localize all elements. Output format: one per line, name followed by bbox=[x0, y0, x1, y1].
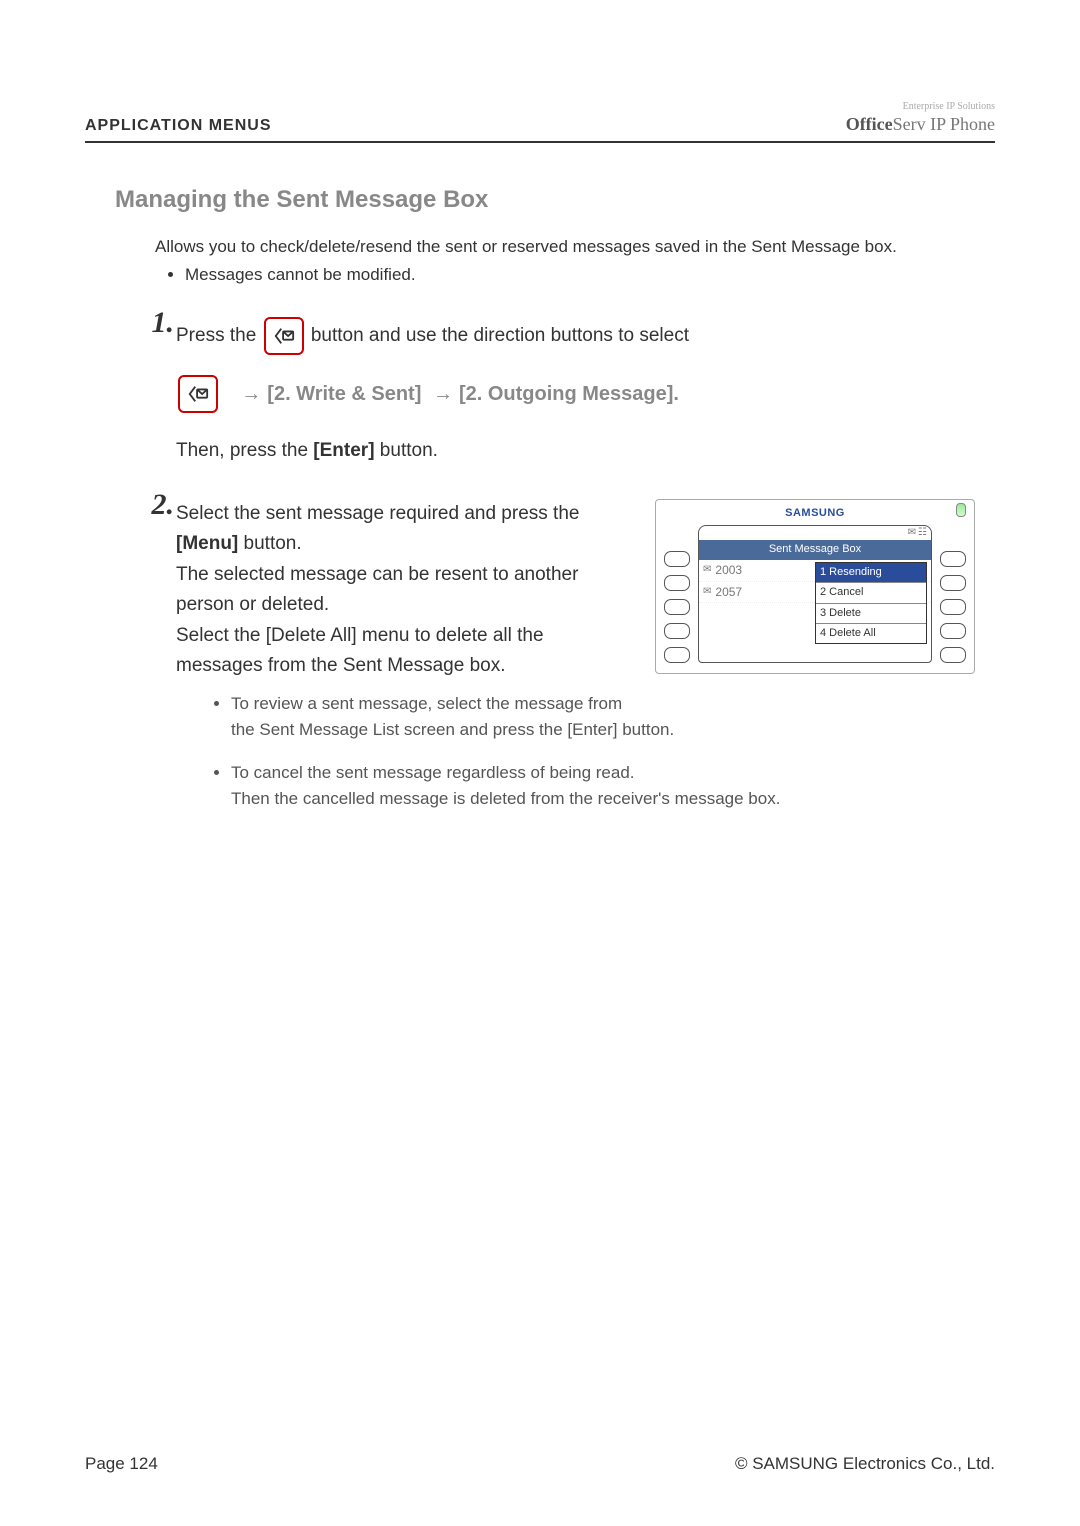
menu-item-delete-all[interactable]: 4 Delete All bbox=[816, 624, 926, 643]
sub-bullet: To review a sent message, select the mes… bbox=[231, 691, 975, 742]
message-button-icon bbox=[178, 375, 218, 413]
intro-text: Allows you to check/delete/resend the se… bbox=[155, 235, 975, 259]
softkey[interactable] bbox=[940, 599, 966, 615]
step1-then: Then, press the [Enter] button. bbox=[176, 438, 975, 465]
step-1: 1. Press the button and use the directio… bbox=[140, 308, 975, 490]
brand-bold: Office bbox=[846, 114, 893, 134]
softkey[interactable] bbox=[664, 551, 690, 567]
footer: Page 124 © SAMSUNG Electronics Co., Ltd. bbox=[85, 1452, 995, 1476]
intro-bullet: Messages cannot be modified. bbox=[185, 263, 975, 287]
s2-l1a: Select the sent message required and pre… bbox=[176, 503, 579, 524]
sub1b: the Sent Message List screen and press t… bbox=[231, 717, 975, 743]
step-body: Select the sent message required and pre… bbox=[176, 490, 975, 829]
nav-path-row: →[2. Write & Sent] →[2. Outgoing Message… bbox=[176, 375, 975, 413]
step-number: 1. bbox=[140, 308, 176, 338]
softkey-col-right bbox=[940, 525, 966, 663]
sub-bullet: To cancel the sent message regardless of… bbox=[231, 760, 975, 811]
brand-tagline: Enterprise IP Solutions bbox=[846, 100, 995, 114]
menu-item-cancel[interactable]: 2 Cancel bbox=[816, 583, 926, 603]
sub-bullets: To review a sent message, select the mes… bbox=[231, 691, 975, 811]
brand-logo: Enterprise IP Solutions OfficeServ IP Ph… bbox=[846, 100, 995, 137]
softkey-col-left bbox=[664, 525, 690, 663]
s2-l1b: button. bbox=[238, 533, 301, 554]
softkey[interactable] bbox=[940, 551, 966, 567]
led-icon bbox=[956, 503, 966, 517]
sub1a: To review a sent message, select the mes… bbox=[231, 694, 622, 713]
page-title: Managing the Sent Message Box bbox=[115, 183, 995, 217]
message-button-icon bbox=[264, 317, 304, 355]
softkey[interactable] bbox=[940, 575, 966, 591]
softkey[interactable] bbox=[940, 647, 966, 663]
phone-brand: SAMSUNG bbox=[664, 506, 966, 521]
menu-bold: [Menu] bbox=[176, 533, 238, 554]
calendar-icon: ☷ bbox=[918, 526, 927, 540]
softkey[interactable] bbox=[664, 623, 690, 639]
intro-bullet-list: Messages cannot be modified. bbox=[185, 263, 975, 287]
status-bar: ✉ ☷ bbox=[699, 526, 931, 540]
enter-bold: [Enter] bbox=[313, 440, 374, 461]
s2-l2: The selected message can be resent to an… bbox=[176, 564, 578, 615]
softkey[interactable] bbox=[664, 647, 690, 663]
softkey[interactable] bbox=[664, 575, 690, 591]
softkey[interactable] bbox=[664, 599, 690, 615]
content: Allows you to check/delete/resend the se… bbox=[155, 235, 975, 830]
envelope-icon: ✉ bbox=[703, 563, 711, 577]
envelope-icon: ✉ bbox=[703, 585, 711, 599]
brand-rest: Serv IP Phone bbox=[893, 114, 995, 134]
step1-pre: Press the bbox=[176, 325, 262, 346]
header: APPLICATION MENUS Enterprise IP Solution… bbox=[85, 100, 995, 143]
page-number: Page 124 bbox=[85, 1452, 158, 1476]
sub2a: To cancel the sent message regardless of… bbox=[231, 763, 635, 782]
softkey[interactable] bbox=[940, 623, 966, 639]
menu-item-resending[interactable]: 1 Resending bbox=[816, 563, 926, 583]
s2-l3: Select the [Delete All] menu to delete a… bbox=[176, 625, 544, 676]
phone-mock: SAMSUNG ✉ bbox=[655, 499, 975, 674]
nav-path: →[2. Write & Sent] →[2. Outgoing Message… bbox=[235, 383, 679, 405]
sub2b: Then the cancelled message is deleted fr… bbox=[231, 786, 975, 812]
path-b: [2. Outgoing Message]. bbox=[459, 383, 679, 405]
context-menu: 1 Resending 2 Cancel 3 Delete 4 Delete A… bbox=[815, 562, 927, 645]
copyright: © SAMSUNG Electronics Co., Ltd. bbox=[735, 1452, 995, 1476]
path-a: [2. Write & Sent] bbox=[267, 383, 421, 405]
then-a: Then, press the bbox=[176, 440, 313, 461]
list-item-label: 2057 bbox=[715, 584, 742, 601]
then-b: button. bbox=[375, 440, 438, 461]
message-icon: ✉ bbox=[908, 526, 916, 540]
list-item-label: 2003 bbox=[715, 562, 742, 579]
step-body: Press the button and use the direction b… bbox=[176, 308, 975, 490]
document-page: APPLICATION MENUS Enterprise IP Solution… bbox=[0, 0, 1080, 1526]
menu-item-delete[interactable]: 3 Delete bbox=[816, 604, 926, 624]
step1-post: button and use the direction buttons to … bbox=[311, 325, 689, 346]
section-label: APPLICATION MENUS bbox=[85, 115, 271, 137]
step2-text: Select the sent message required and pre… bbox=[176, 499, 635, 681]
step-number: 2. bbox=[140, 490, 176, 520]
step-2: 2. Select the sent message required and … bbox=[140, 490, 975, 829]
phone-screen: ✉ ☷ Sent Message Box ✉ 2003 bbox=[698, 525, 932, 663]
screen-title: Sent Message Box bbox=[699, 540, 931, 559]
